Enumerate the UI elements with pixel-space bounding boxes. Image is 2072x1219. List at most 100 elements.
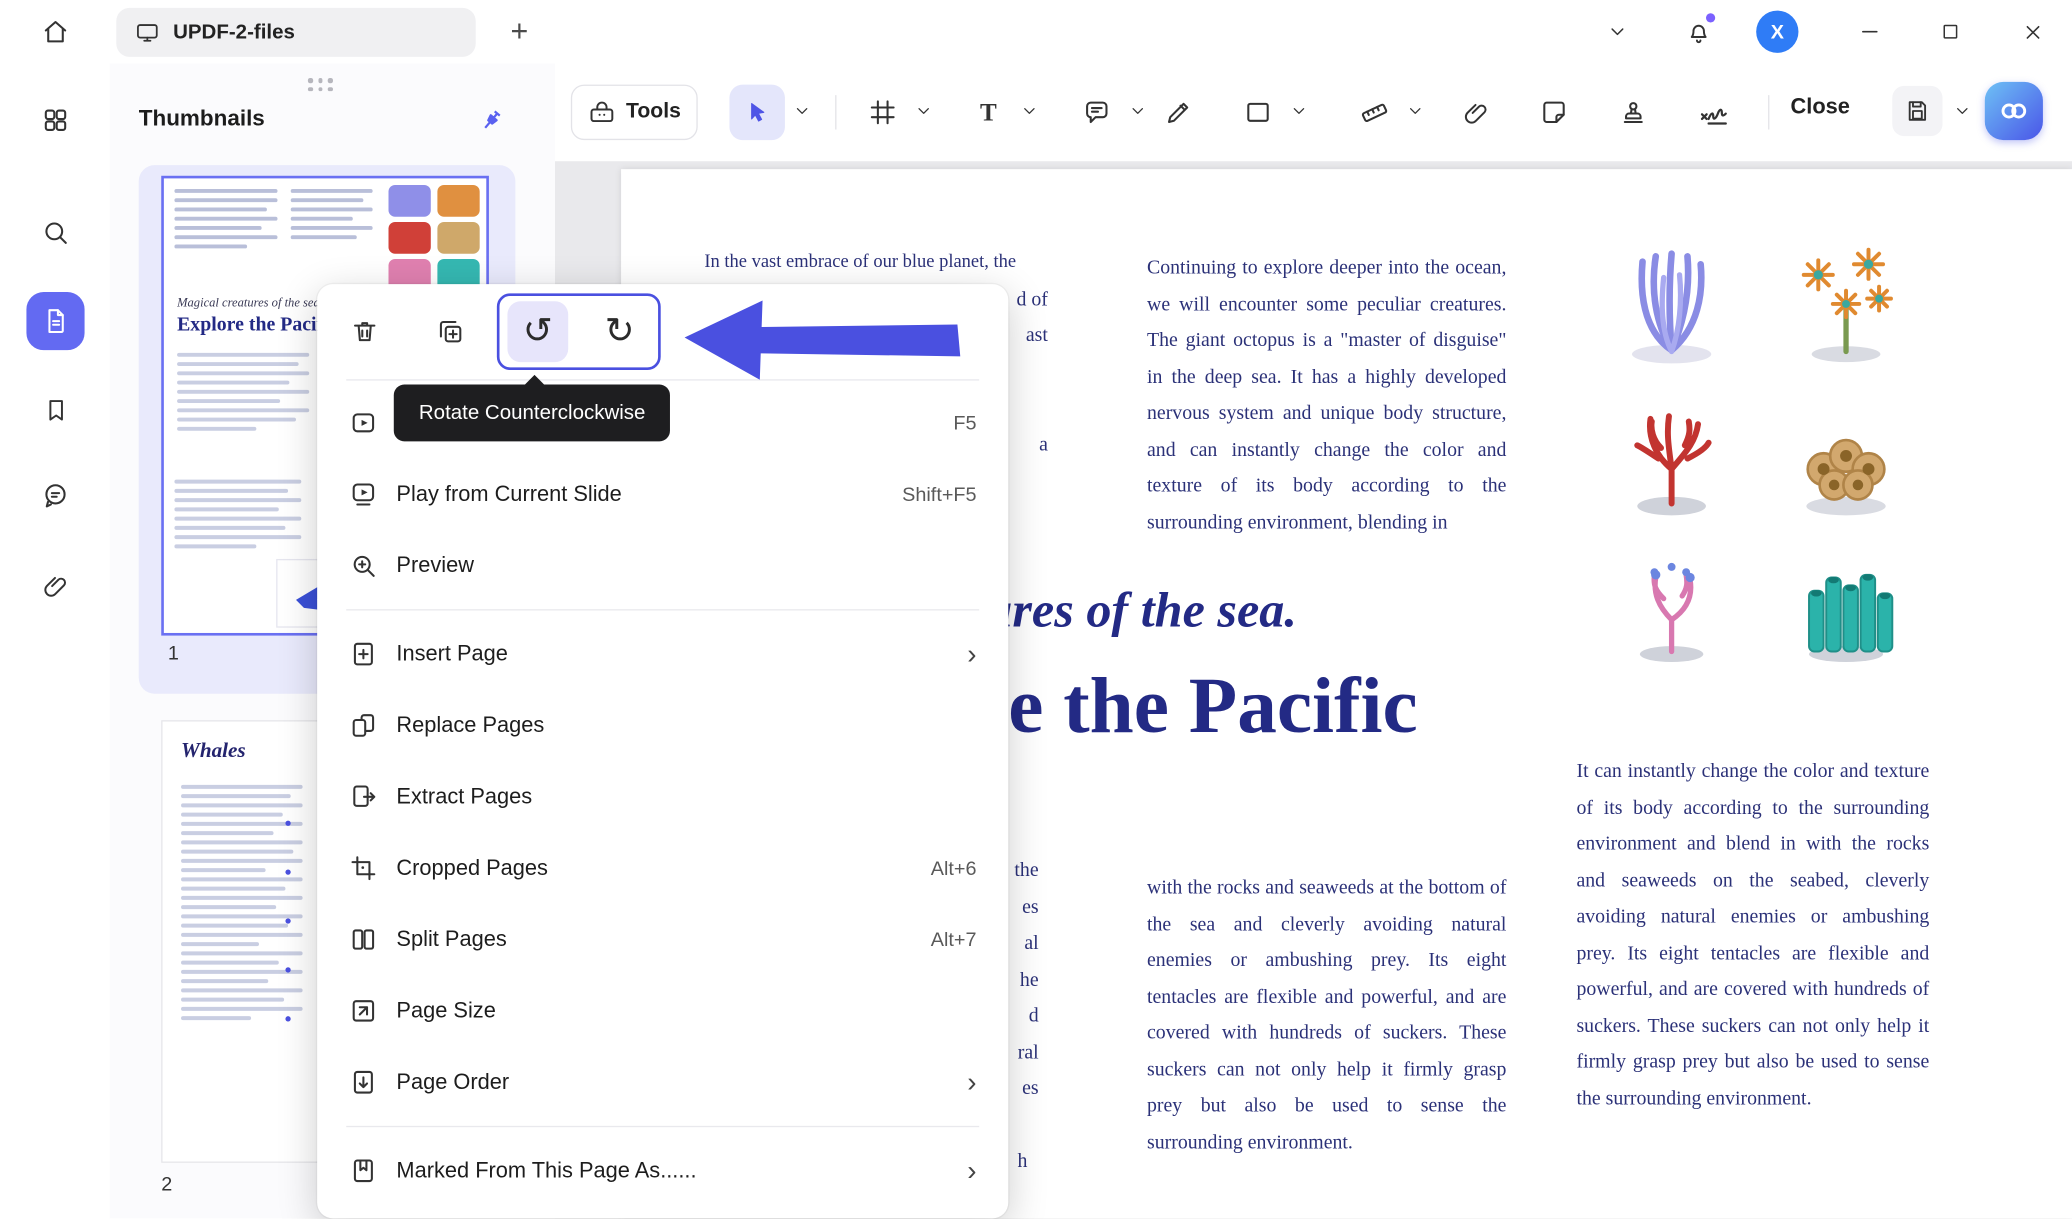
coral-image-orange-flower bbox=[1777, 235, 1916, 365]
comment-tool[interactable] bbox=[1073, 89, 1121, 137]
page-size-icon bbox=[346, 996, 380, 1025]
sidebar-item-comments[interactable] bbox=[32, 472, 80, 520]
chevron-down-icon bbox=[793, 102, 812, 121]
page-edit-tool[interactable] bbox=[859, 89, 907, 137]
select-tool[interactable] bbox=[729, 85, 785, 141]
menu-item-preview[interactable]: Preview bbox=[317, 530, 1008, 601]
sidebar-item-bookmarks[interactable] bbox=[32, 386, 80, 434]
duplicate-page-button[interactable] bbox=[424, 305, 477, 358]
document-tab[interactable]: UPDF-2-files bbox=[116, 8, 475, 57]
menu-item-page-size[interactable]: Page Size bbox=[317, 975, 1008, 1046]
menu-item-marked-from-this-page[interactable]: Marked From This Page As...... › bbox=[317, 1135, 1008, 1206]
app-window: UPDF-2-files + X bbox=[0, 0, 2072, 1218]
monitor-icon bbox=[135, 20, 160, 45]
notifications-button[interactable] bbox=[1677, 11, 1719, 53]
tools-button[interactable]: Tools bbox=[571, 85, 698, 141]
chevron-down-icon bbox=[914, 102, 933, 121]
menu-item-cropped-pages[interactable]: Cropped Pages Alt+6 bbox=[317, 833, 1008, 904]
mini-coral bbox=[437, 185, 479, 217]
marked-page-icon bbox=[346, 1156, 380, 1185]
mini-coral bbox=[389, 222, 431, 254]
menu-item-replace-pages[interactable]: Replace Pages bbox=[317, 690, 1008, 761]
coral-image-pink-blue bbox=[1603, 535, 1742, 665]
play-icon bbox=[346, 408, 380, 437]
select-tool-dropdown[interactable] bbox=[793, 102, 812, 121]
paperclip-icon bbox=[1462, 98, 1490, 126]
menu-item-play-from-current-slide[interactable]: Play from Current Slide Shift+F5 bbox=[317, 459, 1008, 530]
home-button[interactable] bbox=[32, 9, 80, 54]
left-sidebar bbox=[0, 63, 110, 1218]
stamp-tool[interactable] bbox=[1610, 89, 1658, 137]
minimize-button[interactable] bbox=[1849, 11, 1891, 53]
collapse-toolbar-button[interactable] bbox=[1596, 11, 1638, 53]
coral-image-tan-cluster bbox=[1777, 390, 1916, 520]
page-edit-dropdown[interactable] bbox=[914, 102, 933, 121]
comment-icon bbox=[41, 481, 70, 510]
shape-tool[interactable] bbox=[1234, 89, 1282, 137]
coral-image-teal-tubes bbox=[1777, 535, 1916, 665]
sticker-tool[interactable] bbox=[1530, 89, 1578, 137]
page-number-1: 1 bbox=[168, 642, 179, 664]
close-window-button[interactable] bbox=[2011, 11, 2053, 53]
thumb-text-lines bbox=[177, 353, 309, 436]
stamp-icon bbox=[1619, 98, 1648, 127]
cropped-pages-icon bbox=[346, 854, 380, 883]
notification-dot bbox=[1706, 13, 1715, 22]
attach-tool[interactable] bbox=[1452, 89, 1500, 137]
home-icon bbox=[41, 17, 70, 46]
pin-panel-button[interactable] bbox=[469, 98, 514, 143]
menu-item-insert-page[interactable]: Insert Page › bbox=[317, 618, 1008, 689]
sidebar-item-search[interactable] bbox=[32, 209, 80, 257]
text-tool[interactable]: T bbox=[965, 89, 1013, 137]
menu-item-split-pages[interactable]: Split Pages Alt+7 bbox=[317, 904, 1008, 975]
thumb-heading-italic: Magical creatures of the sea. bbox=[177, 297, 323, 310]
doc-paragraph-right: It can instantly change the color and te… bbox=[1576, 755, 1929, 1118]
menu-item-extract-pages[interactable]: Extract Pages bbox=[317, 761, 1008, 832]
measure-tool-dropdown[interactable] bbox=[1406, 102, 1425, 121]
close-document-button[interactable]: Close bbox=[1791, 95, 1850, 120]
panel-drag-handle[interactable] bbox=[308, 78, 332, 91]
thumb-text-lines bbox=[174, 480, 301, 554]
comment-tool-dropdown[interactable] bbox=[1129, 102, 1148, 121]
pen-tool[interactable] bbox=[1155, 89, 1203, 137]
signature-tool[interactable] bbox=[1690, 89, 1738, 137]
text-tool-dropdown[interactable] bbox=[1020, 102, 1039, 121]
toolbar-divider bbox=[1768, 95, 1769, 129]
shape-tool-dropdown[interactable] bbox=[1290, 102, 1309, 121]
menu-divider bbox=[346, 1126, 979, 1127]
menu-shortcut: Alt+6 bbox=[931, 857, 977, 879]
ai-loop-icon bbox=[1997, 94, 2031, 128]
bookmark-icon bbox=[42, 396, 70, 424]
rotate-selection-box: ↺ ↻ bbox=[497, 293, 661, 370]
replace-pages-icon bbox=[346, 711, 380, 740]
annotation-arrow bbox=[677, 293, 965, 391]
measure-tool[interactable] bbox=[1351, 89, 1399, 137]
rotate-clockwise-button[interactable]: ↻ bbox=[589, 301, 650, 362]
maximize-icon bbox=[1940, 21, 1961, 42]
pin-icon bbox=[478, 107, 504, 133]
menu-item-page-order[interactable]: Page Order › bbox=[317, 1047, 1008, 1118]
doc-heading-script: ures of the sea. bbox=[984, 581, 1296, 639]
mini-bullet bbox=[285, 918, 290, 923]
zoom-in-icon bbox=[346, 551, 380, 580]
ai-assistant-button[interactable] bbox=[1985, 82, 2043, 140]
speech-bubble-icon bbox=[1082, 98, 1111, 127]
new-tab-button[interactable]: + bbox=[502, 11, 536, 51]
delete-page-button[interactable] bbox=[338, 305, 391, 358]
maximize-button[interactable] bbox=[1929, 11, 1971, 53]
split-pages-icon bbox=[346, 925, 380, 954]
save-button[interactable] bbox=[1892, 86, 1942, 136]
sidebar-item-apps[interactable] bbox=[32, 96, 80, 144]
insert-page-icon bbox=[346, 640, 380, 669]
save-dropdown[interactable] bbox=[1953, 102, 1972, 121]
avatar[interactable]: X bbox=[1756, 11, 1798, 53]
coral-image-purple-anemone bbox=[1603, 238, 1742, 368]
close-icon bbox=[2021, 20, 2043, 42]
thumb-heading-bold: Explore the Pacific bbox=[177, 315, 337, 337]
text-tool-icon: T bbox=[980, 100, 997, 125]
sidebar-item-attachments[interactable] bbox=[32, 562, 80, 610]
tooltip-text: Rotate Counterclockwise bbox=[419, 401, 646, 425]
trash-icon bbox=[350, 317, 379, 346]
rotate-counterclockwise-button[interactable]: ↺ bbox=[507, 301, 568, 362]
sidebar-item-thumbnails[interactable] bbox=[26, 292, 84, 350]
